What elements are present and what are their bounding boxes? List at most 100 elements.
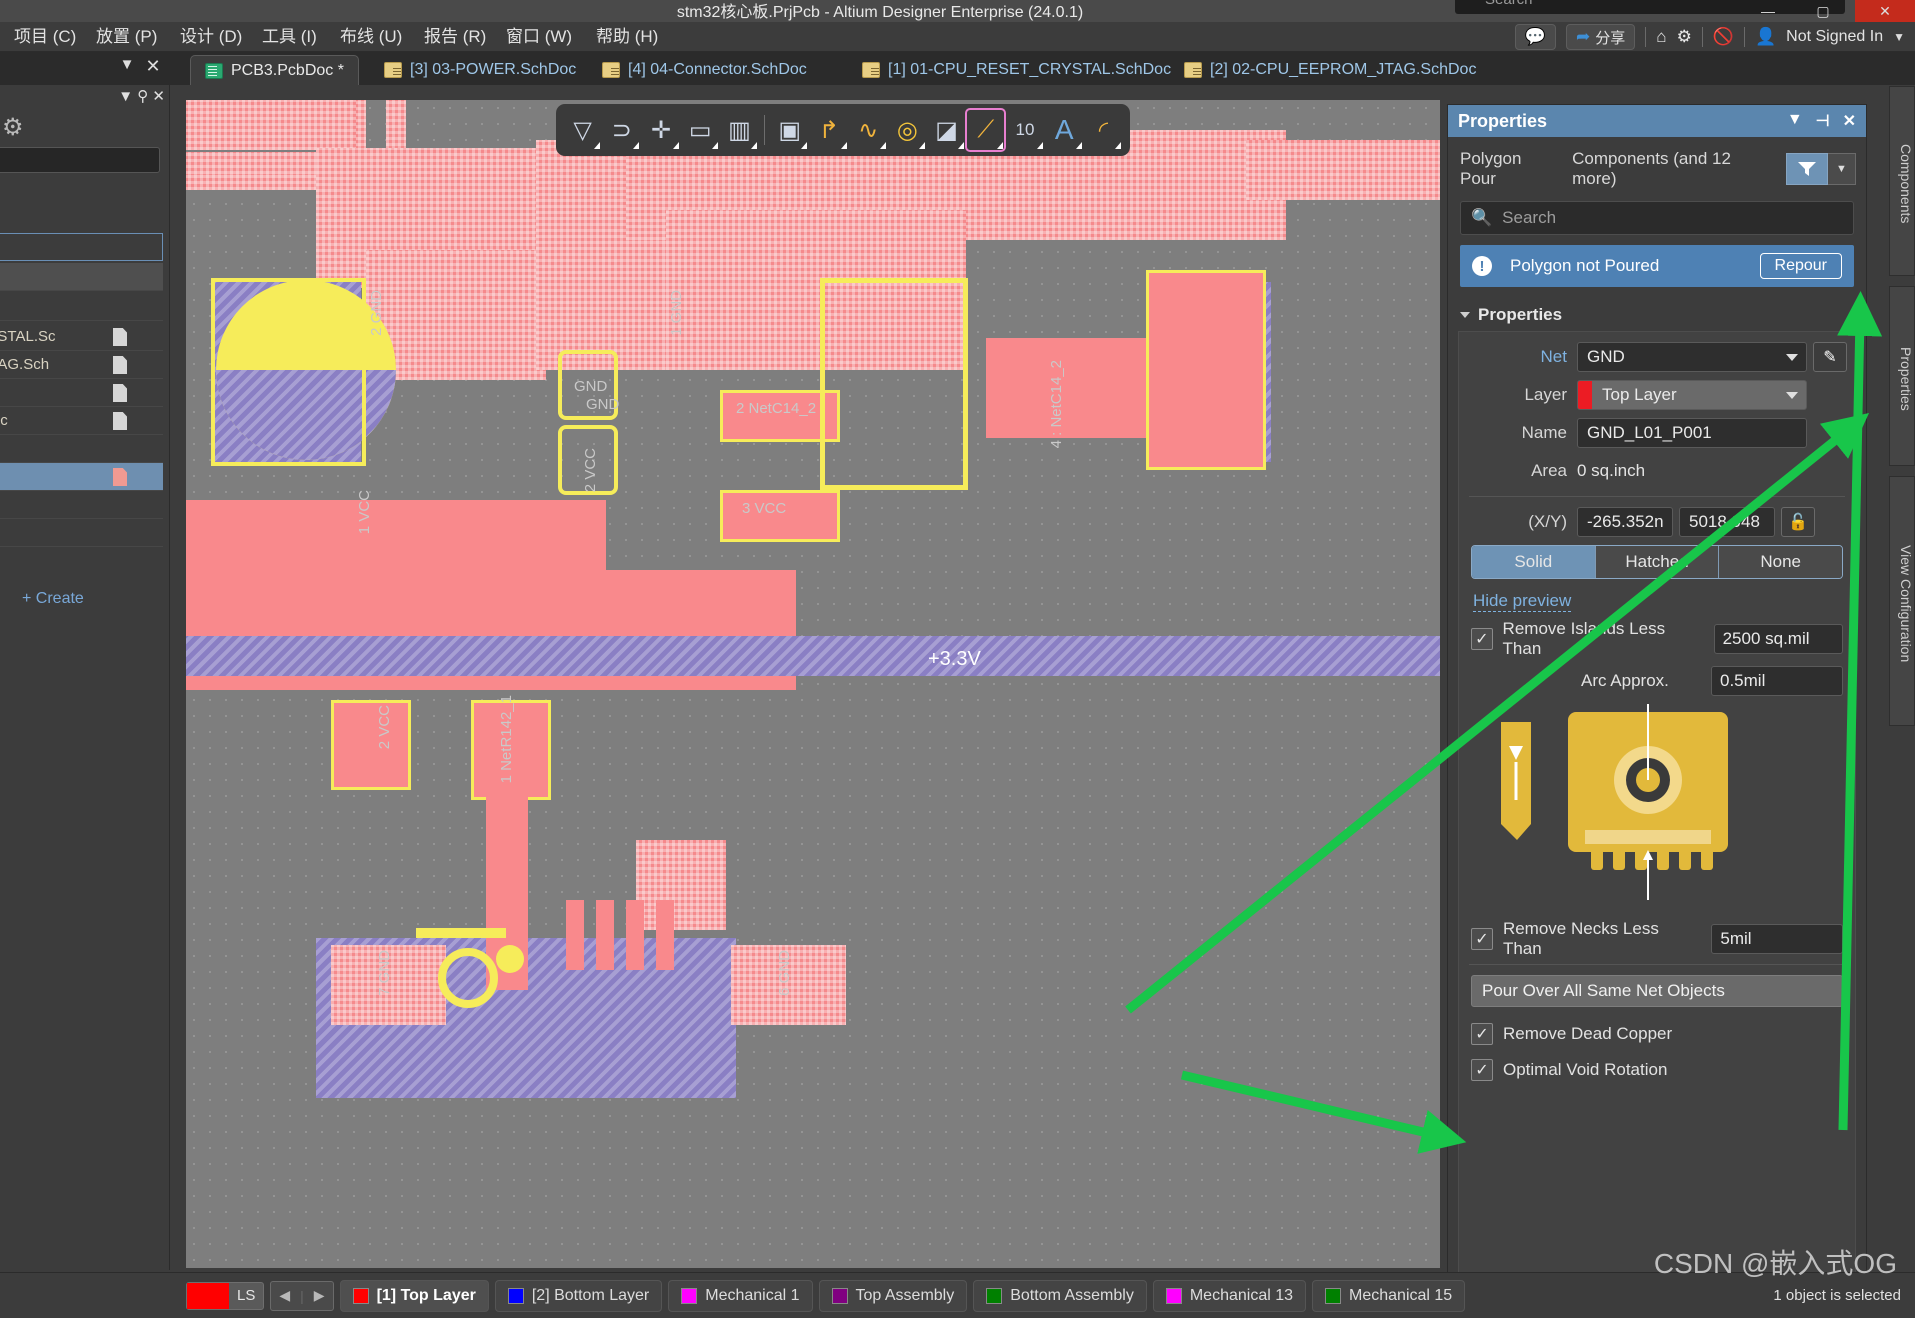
place-fill-icon[interactable]: ◪ bbox=[928, 110, 965, 150]
chevron-down-icon[interactable]: ▼ bbox=[1893, 30, 1905, 44]
funnel-icon[interactable] bbox=[1786, 153, 1828, 185]
properties-search-input[interactable]: 🔍 Search bbox=[1460, 201, 1854, 235]
y-input[interactable]: 5018.048 bbox=[1679, 507, 1775, 537]
project-row-01-cpu-reset-crystal[interactable]: ...ET_CRYSTAL.Sc bbox=[0, 323, 163, 351]
menu-help[interactable]: 帮助 (H) bbox=[590, 22, 664, 52]
pour-over-dropdown[interactable]: Pour Over All Same Net Objects bbox=[1471, 975, 1843, 1007]
remove-dead-copper-checkbox[interactable]: ✓ bbox=[1471, 1023, 1493, 1045]
repour-button[interactable]: Repour bbox=[1759, 253, 1842, 279]
x-input[interactable]: -265.352n bbox=[1577, 507, 1673, 537]
layer-tab-bottom-layer[interactable]: [2] Bottom Layer bbox=[494, 1279, 663, 1312]
project-search-input[interactable] bbox=[0, 147, 160, 173]
place-line-icon[interactable]: ⟋ bbox=[965, 108, 1007, 152]
fill-mode-none[interactable]: None bbox=[1719, 546, 1842, 578]
object-type-primary[interactable]: Polygon Pour bbox=[1460, 149, 1558, 189]
tab-03-power[interactable]: [3] 03-POWER.SchDoc bbox=[370, 55, 590, 85]
menu-window[interactable]: 窗口 (W) bbox=[500, 22, 578, 52]
move-icon[interactable]: ✛ bbox=[642, 110, 679, 150]
place-component-icon[interactable]: ▣ bbox=[771, 110, 808, 150]
gear-icon[interactable]: ⚙ bbox=[1677, 27, 1692, 47]
layer-stack-button[interactable]: LS bbox=[186, 1281, 265, 1310]
project-row-source[interactable]: ...s bbox=[0, 293, 163, 321]
name-input[interactable]: GND_L01_P001 bbox=[1577, 418, 1807, 448]
menu-project[interactable]: 项目 (C) bbox=[8, 22, 82, 52]
panel-header-controls[interactable]: ▼ ⚲ ✕ bbox=[118, 87, 165, 105]
maximize-button[interactable]: ▢ bbox=[1800, 0, 1846, 22]
arc-approx-input[interactable]: 0.5mil bbox=[1711, 666, 1843, 696]
project-row-other[interactable]: ...c bbox=[0, 435, 163, 463]
tab-pcb3[interactable]: PCB3.PcbDoc * bbox=[190, 55, 359, 85]
home-icon[interactable]: ⌂ bbox=[1656, 27, 1666, 47]
share-button[interactable]: ➦ 分享 bbox=[1566, 24, 1636, 50]
align-icon[interactable]: ▥ bbox=[721, 110, 758, 150]
remove-islands-input[interactable]: 2500 sq.mil bbox=[1713, 624, 1843, 654]
cloud-off-icon[interactable]: 🚫 bbox=[1713, 27, 1734, 47]
schematic-document-icon bbox=[862, 62, 880, 78]
menu-route[interactable]: 布线 (U) bbox=[334, 22, 408, 52]
vtab-components[interactable]: Components bbox=[1889, 86, 1915, 276]
remove-necks-checkbox[interactable]: ✓ bbox=[1471, 928, 1493, 950]
gear-icon[interactable]: ⚙ bbox=[2, 113, 24, 142]
route-track-icon[interactable]: ↱ bbox=[810, 110, 847, 150]
unlock-icon[interactable]: 🔓 bbox=[1781, 507, 1815, 537]
prev-layer-icon[interactable]: ◀ bbox=[279, 1287, 290, 1304]
project-row-03-power[interactable]: ...chDoc bbox=[0, 379, 163, 407]
remove-necks-input[interactable]: 5mil bbox=[1711, 924, 1843, 954]
dimension-icon[interactable]: 10 bbox=[1006, 110, 1043, 150]
project-row-04-connector[interactable]: ...or.SchDoc bbox=[0, 407, 163, 435]
project-row-02-cpu-eeprom-jtag[interactable]: ...ROM_JTAG.Sch bbox=[0, 351, 163, 379]
close-icon[interactable]: ✕ bbox=[1843, 111, 1856, 131]
pcb-canvas[interactable]: ▽ ⊃ ✛ ▭ ▥ ▣ ↱ ∿ ◎ ◪ ⟋ 10 A ◜ 2 GND 1 GND… bbox=[186, 100, 1440, 1268]
vtab-properties[interactable]: Properties bbox=[1889, 286, 1915, 466]
layer-tab-mechanical-1[interactable]: Mechanical 1 bbox=[668, 1279, 813, 1312]
layer-nav-arrows[interactable]: ◀ | ▶ bbox=[270, 1280, 334, 1311]
fill-mode-solid[interactable]: Solid bbox=[1472, 546, 1596, 578]
fill-mode-hatched[interactable]: Hatched bbox=[1595, 546, 1720, 578]
chevron-down-icon[interactable]: ▼ bbox=[1787, 111, 1803, 131]
layer-tab-bottom-assembly[interactable]: Bottom Assembly bbox=[973, 1279, 1147, 1312]
pin-icon[interactable]: ⊣ bbox=[1816, 111, 1830, 131]
layer-color-swatch bbox=[352, 1287, 369, 1304]
vtab-view-configuration[interactable]: View Configuration bbox=[1889, 476, 1915, 726]
select-area-icon[interactable]: ▭ bbox=[682, 110, 719, 150]
place-via-icon[interactable]: ◎ bbox=[889, 110, 926, 150]
minimize-button[interactable]: — bbox=[1745, 0, 1791, 22]
differential-pair-icon[interactable]: ∿ bbox=[850, 110, 887, 150]
create-button[interactable]: + Create bbox=[22, 590, 84, 608]
project-row-project[interactable]: ... bbox=[0, 263, 163, 291]
project-row-pcb3[interactable] bbox=[0, 463, 163, 491]
properties-section-header[interactable]: Properties bbox=[1460, 305, 1866, 325]
account-status-label[interactable]: Not Signed In bbox=[1786, 28, 1883, 46]
tab-close-icon[interactable]: ✕ bbox=[144, 56, 162, 77]
close-button[interactable]: ✕ bbox=[1855, 0, 1915, 22]
menu-design[interactable]: 设计 (D) bbox=[174, 22, 248, 52]
layer-tab-mechanical-13[interactable]: Mechanical 13 bbox=[1152, 1279, 1307, 1312]
hide-preview-link[interactable]: Hide preview bbox=[1473, 591, 1572, 612]
project-row-workspace[interactable]: ...Wrk bbox=[0, 233, 163, 261]
optimal-void-rotation-checkbox[interactable]: ✓ bbox=[1471, 1059, 1493, 1081]
menu-place[interactable]: 放置 (P) bbox=[90, 22, 163, 52]
magnet-snap-icon[interactable]: ⊃ bbox=[603, 110, 640, 150]
avatar-icon[interactable]: 👤 bbox=[1755, 27, 1776, 47]
remove-islands-checkbox[interactable]: ✓ bbox=[1471, 628, 1493, 650]
place-arc-icon[interactable]: ◜ bbox=[1085, 110, 1122, 150]
place-text-icon[interactable]: A bbox=[1046, 110, 1083, 150]
net-dropdown[interactable]: GND bbox=[1577, 342, 1807, 372]
menu-reports[interactable]: 报告 (R) bbox=[418, 22, 492, 52]
add-button[interactable]: 💬 + bbox=[1514, 24, 1557, 50]
layer-dropdown[interactable]: Top Layer bbox=[1577, 380, 1807, 410]
tab-chevron-icon[interactable]: ▼ bbox=[118, 56, 136, 73]
tab-01-cpu-reset-crystal[interactable]: [1] 01-CPU_RESET_CRYSTAL.SchDoc bbox=[848, 55, 1185, 85]
object-type-secondary[interactable]: Components (and 12 more) bbox=[1572, 149, 1772, 189]
tab-02-cpu-eeprom-jtag[interactable]: [2] 02-CPU_EEPROM_JTAG.SchDoc bbox=[1170, 55, 1490, 85]
net-label: 6 GND bbox=[776, 950, 793, 996]
eyedropper-icon[interactable]: ✎ bbox=[1813, 342, 1847, 372]
chevron-down-icon[interactable]: ▼ bbox=[1828, 153, 1856, 185]
layer-tab-top-layer[interactable]: [1] Top Layer bbox=[339, 1279, 489, 1312]
tab-04-connector[interactable]: [4] 04-Connector.SchDoc bbox=[588, 55, 821, 85]
layer-tab-top-assembly[interactable]: Top Assembly bbox=[818, 1279, 968, 1312]
filter-icon[interactable]: ▽ bbox=[564, 110, 601, 150]
layer-tab-mechanical-15[interactable]: Mechanical 15 bbox=[1312, 1279, 1466, 1312]
menu-tools[interactable]: 工具 (I) bbox=[256, 22, 323, 52]
next-layer-icon[interactable]: ▶ bbox=[314, 1287, 325, 1304]
